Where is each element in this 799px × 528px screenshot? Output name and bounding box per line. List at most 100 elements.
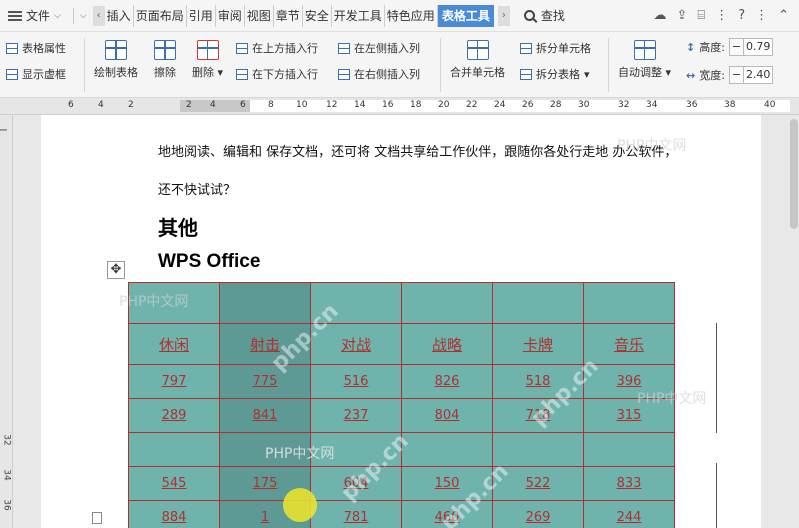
table-cell[interactable]: 826 — [401, 364, 493, 399]
table-cell[interactable] — [310, 432, 402, 467]
table-cell[interactable]: 604 — [310, 466, 402, 501]
tab-references[interactable]: 引用 — [187, 4, 216, 27]
table-cell[interactable] — [583, 432, 675, 467]
more-icon[interactable]: ⋮ — [715, 8, 728, 23]
cursor-highlight — [283, 488, 317, 522]
table-cell[interactable]: 884 — [128, 500, 220, 528]
width-decrement-button[interactable]: − — [728, 66, 743, 84]
cloud-sync-icon[interactable]: ☁ — [653, 8, 666, 23]
table-cell[interactable]: 315 — [583, 398, 675, 433]
table-cell[interactable]: 战略 — [401, 323, 493, 365]
collapse-ribbon-icon[interactable]: ⌃ — [778, 8, 789, 23]
table-cell[interactable]: 237 — [310, 398, 402, 433]
table-cell[interactable]: 396 — [583, 364, 675, 399]
delete-button[interactable]: 删除 ▾ — [192, 40, 223, 80]
file-label: 文件 — [26, 9, 51, 23]
table-cell[interactable]: 781 — [310, 500, 402, 528]
tabs-scroll-left-icon[interactable]: ‹ — [92, 5, 105, 26]
table-cell[interactable]: 522 — [492, 466, 584, 501]
table-cell[interactable] — [583, 282, 675, 324]
table-cell[interactable]: 射击 — [219, 323, 311, 365]
table-cell[interactable]: 804 — [401, 398, 493, 433]
eraser-icon — [154, 40, 176, 60]
auto-fit-button[interactable]: 自动调整 ▾ — [618, 40, 671, 80]
tab-view[interactable]: 视图 — [245, 4, 274, 27]
height-input[interactable]: 0.79 — [742, 38, 773, 56]
vertical-ruler[interactable]: ǀ 32 34 36 — [0, 115, 13, 528]
horizontal-ruler[interactable]: 6 4 2 2 4 6 8 10 12 14 16 18 20 22 24 26… — [0, 98, 799, 115]
insert-col-left-button[interactable]: 在左侧插入列 — [338, 40, 420, 56]
tab-sections[interactable]: 章节 — [274, 4, 303, 27]
table-cell[interactable]: 797 — [128, 364, 220, 399]
tab-page-layout[interactable]: 页面布局 — [134, 4, 187, 27]
table-cell[interactable]: 460 — [401, 500, 493, 528]
document-icon[interactable] — [92, 512, 102, 524]
file-menu[interactable]: 文件 ⌵ — [0, 0, 67, 32]
table-cell[interactable]: 718 — [492, 398, 584, 433]
table-cell[interactable]: 卡牌 — [492, 323, 584, 365]
table-cell[interactable] — [128, 282, 220, 324]
table-cell[interactable]: 841 — [219, 398, 311, 433]
tabs-scroll-right-icon[interactable]: › — [497, 5, 510, 26]
draw-table-button[interactable]: 绘制表格 — [94, 40, 138, 80]
more-options-icon[interactable]: ⋮ — [755, 8, 768, 23]
table-cell[interactable]: 833 — [583, 466, 675, 501]
table-cell[interactable] — [401, 432, 493, 467]
tab-table-tools[interactable]: 表格工具 — [437, 4, 494, 27]
tab-insert[interactable]: 插入 — [105, 4, 134, 27]
vertical-scrollbar[interactable] — [790, 119, 798, 229]
table-cell[interactable]: 289 — [128, 398, 220, 433]
export-icon[interactable]: ⌸ — [697, 8, 705, 23]
table-cell[interactable]: 对战 — [310, 323, 402, 365]
quick-access-dropdown-icon[interactable]: ⌵ — [80, 11, 87, 21]
merge-cells-button[interactable]: 合并单元格 — [450, 40, 505, 80]
insert-row-above-button[interactable]: 在上方插入行 — [236, 40, 318, 56]
table-cell[interactable]: 休闲 — [128, 323, 220, 365]
column-width-control: ↔ 宽度: − 2.40 — [686, 66, 773, 84]
table-cell[interactable]: 269 — [492, 500, 584, 528]
split-table-button[interactable]: 拆分表格 ▾ — [520, 66, 590, 82]
insert-row-above-icon — [236, 42, 248, 54]
draw-table-label: 绘制表格 — [94, 66, 138, 79]
table-move-handle[interactable]: ✥ — [107, 261, 125, 279]
heading-wps-office[interactable]: WPS Office — [158, 251, 260, 273]
table-cell[interactable] — [219, 282, 311, 324]
tab-review[interactable]: 审阅 — [216, 4, 245, 27]
table-cell[interactable]: 545 — [128, 466, 220, 501]
table-cell[interactable] — [219, 432, 311, 467]
table-cell[interactable]: 775 — [219, 364, 311, 399]
document-area[interactable]: 地地阅读、编辑和 保存文档，还可将 文档共享给工作伙伴，跟随你各处行走地 办公软… — [13, 115, 799, 528]
show-gridlines-button[interactable]: 显示虚框 — [6, 66, 66, 82]
menu-bar: 文件 ⌵ ⌵ ‹ 插入 页面布局 引用 审阅 视图 章节 安全 开发工具 特色应… — [0, 0, 799, 32]
search-button[interactable]: 查找 — [523, 7, 565, 24]
help-icon[interactable]: ? — [738, 8, 745, 23]
body-paragraph[interactable]: 还不快试试？ — [158, 179, 236, 198]
tab-security[interactable]: 安全 — [303, 4, 332, 27]
table-cell[interactable] — [492, 432, 584, 467]
width-input[interactable]: 2.40 — [742, 66, 773, 84]
table-cell[interactable]: 150 — [401, 466, 493, 501]
heading-other[interactable]: 其他 — [158, 212, 198, 241]
data-table[interactable]: 休闲 射击 对战 战略 卡牌 音乐 797 775 516 826 518 39… — [128, 282, 675, 528]
table-cell[interactable] — [492, 282, 584, 324]
split-cells-button[interactable]: 拆分单元格 — [520, 40, 591, 56]
share-icon[interactable]: ⇪ — [676, 8, 687, 23]
height-decrement-button[interactable]: − — [728, 38, 743, 56]
table-cell[interactable] — [401, 282, 493, 324]
tab-developer[interactable]: 开发工具 — [332, 4, 385, 27]
insert-row-below-button[interactable]: 在下方插入行 — [236, 66, 318, 82]
table-cell[interactable] — [310, 282, 402, 324]
tab-special-apps[interactable]: 特色应用 — [385, 4, 438, 27]
merge-cells-icon — [466, 40, 489, 60]
table-properties-icon — [6, 42, 18, 54]
table-cell[interactable] — [128, 432, 220, 467]
table-cell[interactable]: 244 — [583, 500, 675, 528]
table-cell[interactable]: 516 — [310, 364, 402, 399]
table-cell[interactable]: 音乐 — [583, 323, 675, 365]
erase-button[interactable]: 擦除 — [154, 40, 176, 80]
body-paragraph[interactable]: 地地阅读、编辑和 保存文档，还可将 文档共享给工作伙伴，跟随你各处行走地 办公软… — [158, 141, 677, 160]
table-cell[interactable]: 518 — [492, 364, 584, 399]
merge-cells-label: 合并单元格 — [450, 66, 505, 79]
table-properties-button[interactable]: 表格属性 — [6, 40, 66, 56]
insert-col-right-button[interactable]: 在右侧插入列 — [338, 66, 420, 82]
